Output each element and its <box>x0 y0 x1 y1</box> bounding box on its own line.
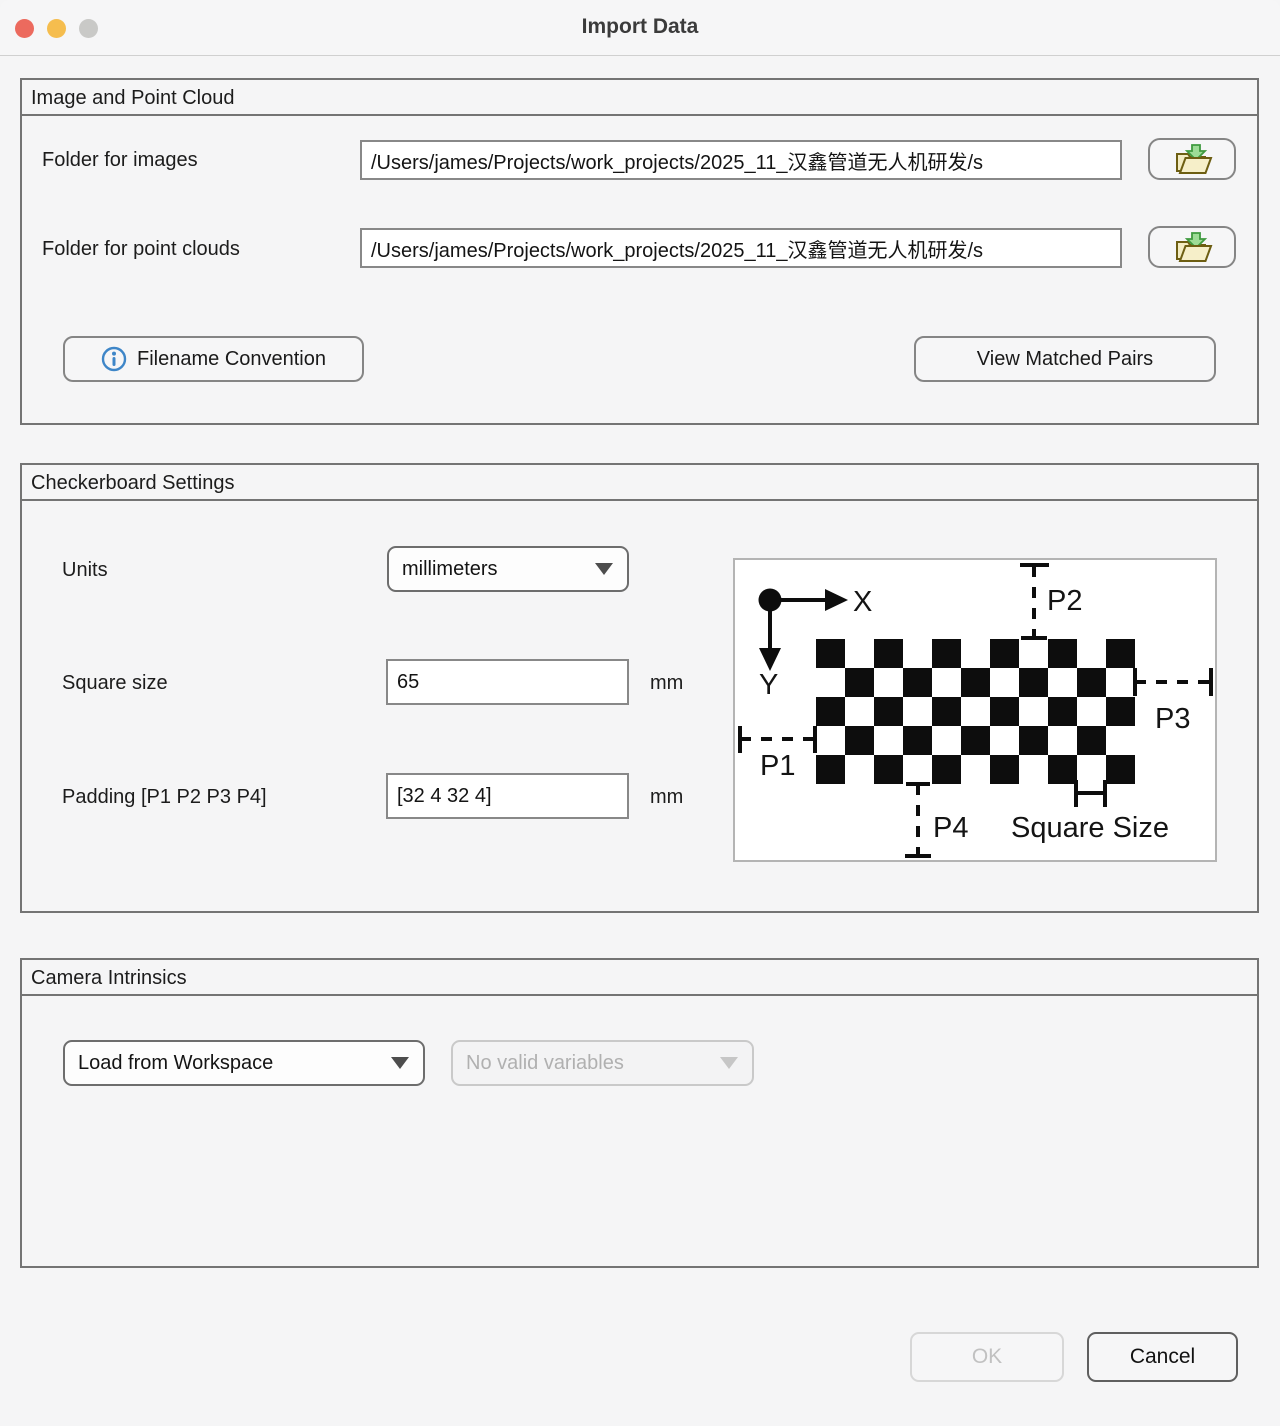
info-icon <box>101 346 127 372</box>
p2-label: P2 <box>1047 585 1082 617</box>
folder-for-point-clouds-input[interactable] <box>360 228 1122 268</box>
section-title: Camera Intrinsics <box>22 960 1257 996</box>
ok-button-label: OK <box>972 1345 1002 1369</box>
square-size-annotation: Square Size <box>1011 812 1169 844</box>
x-arrowhead <box>825 589 848 611</box>
section-image-and-point-cloud: Image and Point Cloud Folder for images … <box>20 78 1259 425</box>
square-size-input[interactable] <box>386 659 629 705</box>
view-matched-pairs-button[interactable]: View Matched Pairs <box>914 336 1216 382</box>
folder-for-images-label: Folder for images <box>42 148 198 172</box>
padding-input[interactable] <box>386 773 629 819</box>
square-size-label: Square size <box>62 671 168 695</box>
window-title: Import Data <box>0 15 1280 39</box>
square-size-unit-label: mm <box>650 671 683 695</box>
section-checkerboard-settings: Checkerboard Settings Units millimeters … <box>20 463 1259 913</box>
checkerboard-diagram: X Y P2 P3 P1 <box>735 560 1215 860</box>
browse-images-folder-button[interactable] <box>1148 138 1236 180</box>
workspace-variable-dropdown: No valid variables <box>451 1040 754 1086</box>
browse-point-clouds-folder-button[interactable] <box>1148 226 1236 268</box>
open-folder-import-icon <box>1170 231 1214 263</box>
view-matched-pairs-label: View Matched Pairs <box>977 348 1153 371</box>
filename-convention-label: Filename Convention <box>137 348 326 371</box>
chevron-down-icon <box>594 562 614 576</box>
workspace-variable-selected-value: No valid variables <box>466 1052 624 1075</box>
units-label: Units <box>62 558 108 582</box>
y-axis-label: Y <box>759 669 778 701</box>
folder-for-point-clouds-label: Folder for point clouds <box>42 237 240 261</box>
section-camera-intrinsics: Camera Intrinsics Load from Workspace No… <box>20 958 1259 1268</box>
cancel-button[interactable]: Cancel <box>1087 1332 1238 1382</box>
section-title: Checkerboard Settings <box>22 465 1257 501</box>
padding-label: Padding [P1 P2 P3 P4] <box>62 785 267 809</box>
section-title: Image and Point Cloud <box>22 80 1257 116</box>
units-dropdown[interactable]: millimeters <box>387 546 629 592</box>
intrinsics-source-selected-value: Load from Workspace <box>78 1052 273 1075</box>
p4-label: P4 <box>933 812 968 844</box>
checkerboard-diagram-panel: X Y P2 P3 P1 <box>733 558 1217 862</box>
checkerboard-squares <box>816 639 1135 784</box>
intrinsics-source-dropdown[interactable]: Load from Workspace <box>63 1040 425 1086</box>
units-selected-value: millimeters <box>402 558 498 581</box>
x-axis-label: X <box>853 586 872 618</box>
ok-button: OK <box>910 1332 1064 1382</box>
title-bar: Import Data <box>0 0 1280 56</box>
cancel-button-label: Cancel <box>1130 1345 1195 1369</box>
open-folder-import-icon <box>1170 143 1214 175</box>
chevron-down-icon <box>390 1056 410 1070</box>
y-arrowhead <box>759 648 781 671</box>
p3-label: P3 <box>1155 703 1190 735</box>
p1-label: P1 <box>760 750 795 782</box>
filename-convention-button[interactable]: Filename Convention <box>63 336 364 382</box>
padding-unit-label: mm <box>650 785 683 809</box>
folder-for-images-input[interactable] <box>360 140 1122 180</box>
chevron-down-icon <box>719 1056 739 1070</box>
